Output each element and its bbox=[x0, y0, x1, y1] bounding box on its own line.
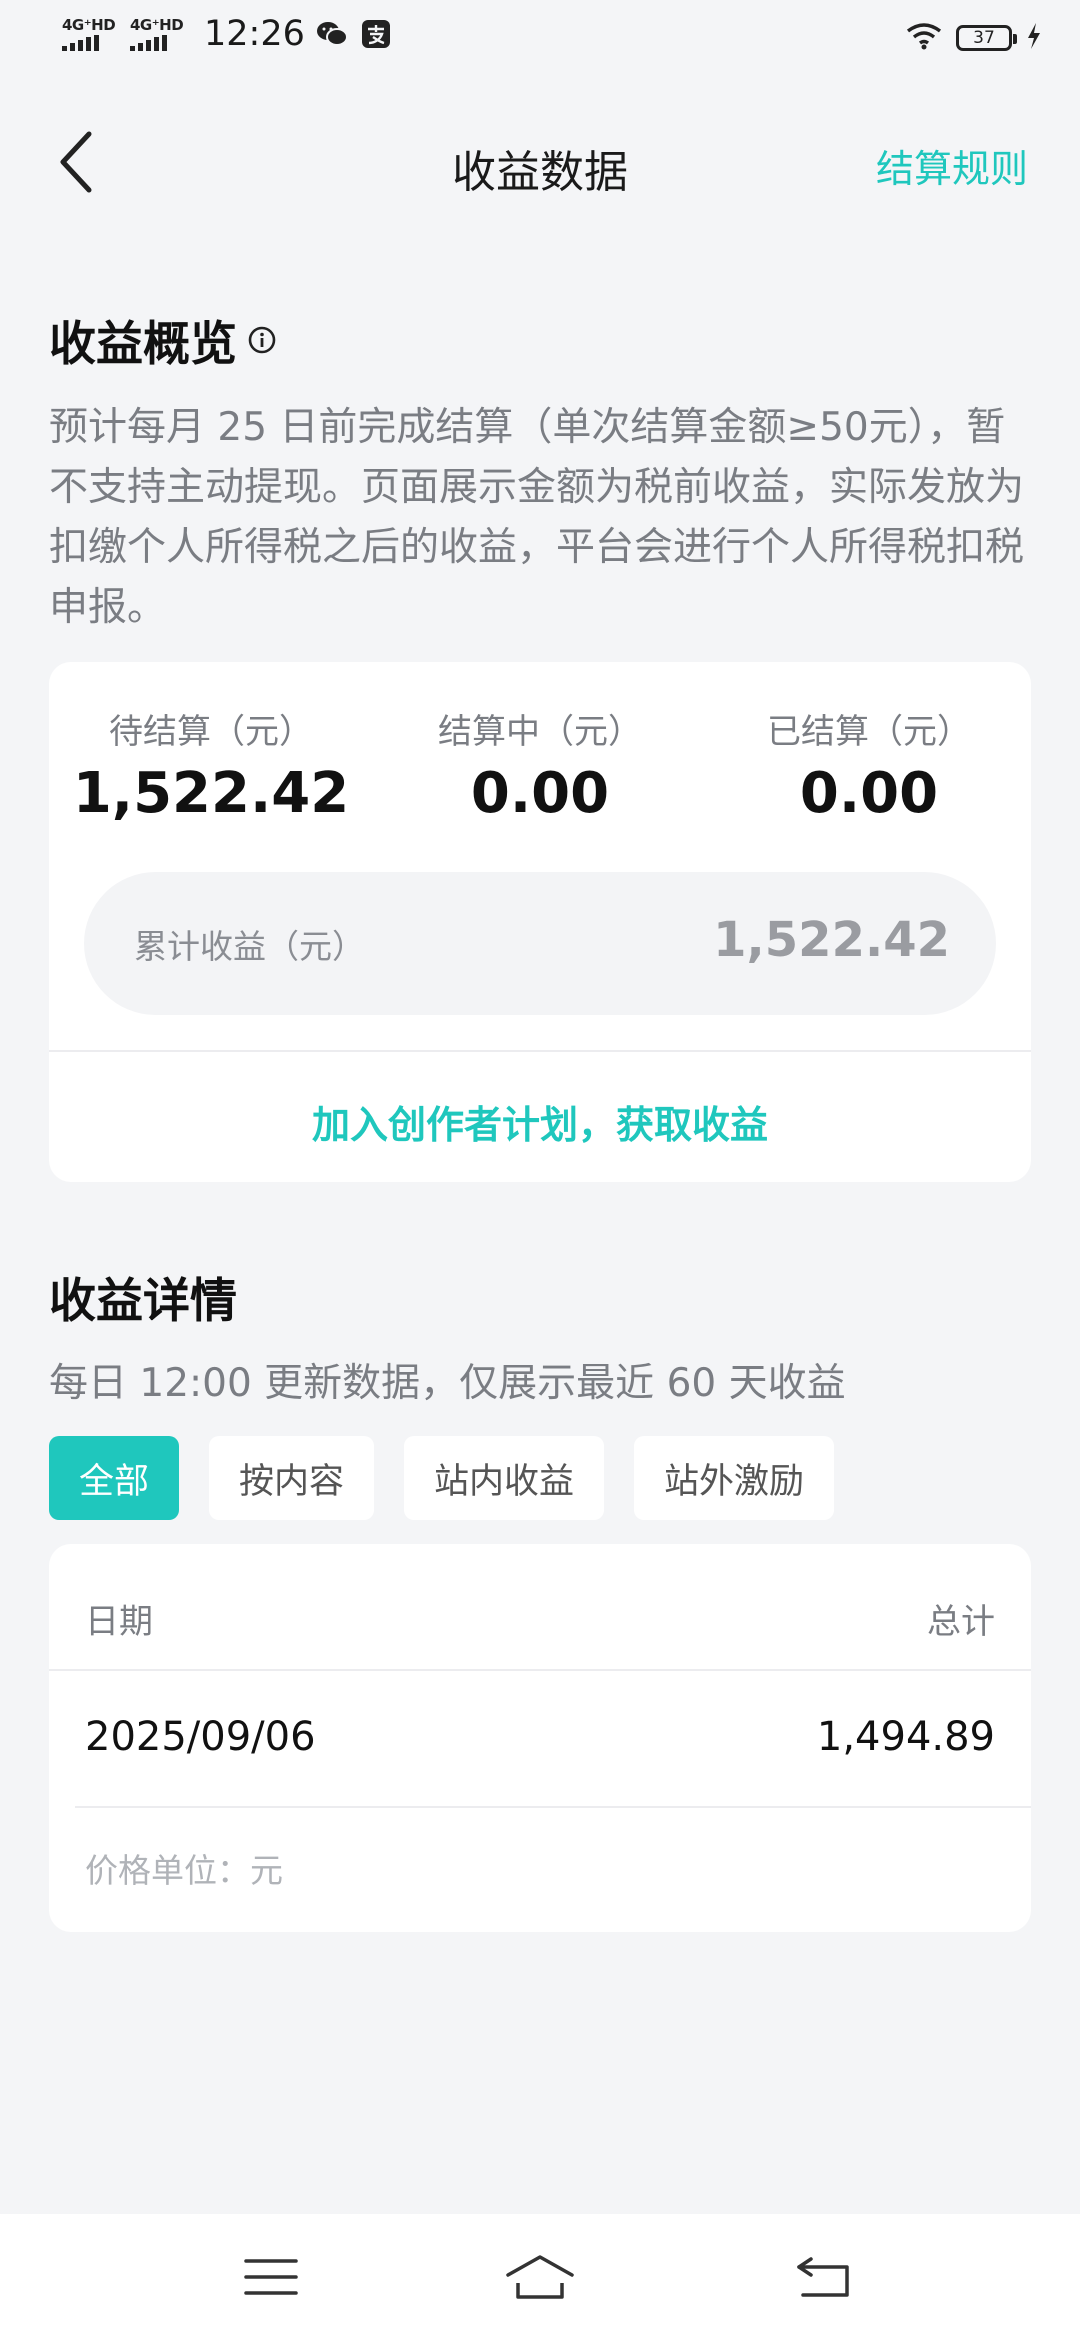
join-creator-program-link[interactable]: 加入创作者计划，获取收益 bbox=[49, 1094, 1031, 1149]
table-row-date: 2025/09/06 bbox=[85, 1714, 316, 1760]
filter-offsite-incentives[interactable]: 站外激励 bbox=[634, 1436, 835, 1520]
stat-pending: 待结算（元） 1,522.42 bbox=[51, 662, 371, 826]
cumulative-earnings-label: 累计收益（元） bbox=[134, 927, 365, 966]
system-nav-bar bbox=[0, 2214, 1080, 2340]
filter-onsite-earnings[interactable]: 站内收益 bbox=[404, 1436, 605, 1520]
stat-settling-label: 结算中（元） bbox=[438, 712, 642, 752]
overview-description: 预计每月 25 日前完成结算（单次结算金额≥50元），暂不支持主动提现。页面展示… bbox=[49, 405, 1025, 630]
signal-1-label: 4G⁺HD bbox=[62, 16, 116, 34]
filter-tabs: 全部 按内容 站内收益 站外激励 bbox=[49, 1436, 835, 1520]
status-bar: 4G⁺HD 4G⁺HD 12:26 37 bbox=[0, 0, 1080, 84]
back-nav-icon bbox=[797, 2257, 849, 2297]
battery-level: 37 bbox=[973, 28, 995, 48]
charging-icon bbox=[1026, 22, 1042, 54]
stat-settled-label: 已结算（元） bbox=[767, 712, 971, 752]
divider bbox=[49, 1669, 1031, 1671]
filter-by-content[interactable]: 按内容 bbox=[209, 1436, 375, 1520]
signal-2-label: 4G⁺HD bbox=[130, 16, 184, 34]
price-unit-note: 价格单位：元 bbox=[85, 1851, 283, 1890]
home-icon bbox=[506, 2255, 574, 2299]
signal-icon-1: 4G⁺HD bbox=[62, 17, 120, 51]
cumulative-earnings: 累计收益（元） 1,522.42 bbox=[84, 872, 996, 1015]
status-left: 4G⁺HD 4G⁺HD 12:26 bbox=[62, 14, 393, 54]
alipay-icon bbox=[359, 17, 393, 51]
overview-title: 收益概览 bbox=[49, 317, 237, 372]
status-right: 37 bbox=[906, 22, 1042, 54]
menu-icon bbox=[244, 2259, 298, 2295]
details-title: 收益详情 bbox=[49, 1274, 237, 1329]
overview-title-row: 收益概览 bbox=[49, 305, 277, 374]
wifi-icon bbox=[906, 22, 942, 54]
overview-card: 待结算（元） 1,522.42 结算中（元） 0.00 已结算（元） 0.00 … bbox=[49, 662, 1031, 1182]
table-row-total: 1,494.89 bbox=[816, 1714, 995, 1760]
home-button[interactable] bbox=[500, 2242, 580, 2312]
stat-settling-value: 0.00 bbox=[470, 761, 610, 826]
settlement-rules-link[interactable]: 结算规则 bbox=[876, 138, 1028, 193]
stats-row: 待结算（元） 1,522.42 结算中（元） 0.00 已结算（元） 0.00 bbox=[49, 662, 1031, 842]
stat-settling: 结算中（元） 0.00 bbox=[380, 662, 700, 826]
back-nav-button[interactable] bbox=[783, 2242, 863, 2312]
stat-settled-value: 0.00 bbox=[799, 761, 939, 826]
battery-icon: 37 bbox=[956, 25, 1017, 51]
table-header-total: 总计 bbox=[927, 1602, 995, 1642]
table-header-date: 日期 bbox=[85, 1602, 153, 1642]
earnings-table: 日期 总计 2025/09/06 1,494.89 价格单位：元 bbox=[49, 1544, 1031, 1932]
stat-pending-value: 1,522.42 bbox=[72, 761, 350, 826]
divider bbox=[49, 1050, 1031, 1052]
divider bbox=[75, 1806, 1031, 1808]
stat-pending-label: 待结算（元） bbox=[109, 712, 313, 752]
details-description: 每日 12:00 更新数据，仅展示最近 60 天收益 bbox=[49, 1361, 846, 1406]
filter-all[interactable]: 全部 bbox=[49, 1436, 180, 1520]
status-time: 12:26 bbox=[204, 14, 305, 54]
signal-icon-2: 4G⁺HD bbox=[130, 17, 188, 51]
menu-button[interactable] bbox=[231, 2242, 311, 2312]
nav-header: 收益数据 结算规则 bbox=[0, 100, 1080, 224]
details-title-row: 收益详情 bbox=[49, 1262, 237, 1331]
wechat-icon bbox=[315, 17, 349, 51]
stat-settled: 已结算（元） 0.00 bbox=[709, 662, 1029, 826]
cumulative-earnings-value: 1,522.42 bbox=[713, 912, 950, 968]
info-icon[interactable] bbox=[247, 325, 277, 355]
